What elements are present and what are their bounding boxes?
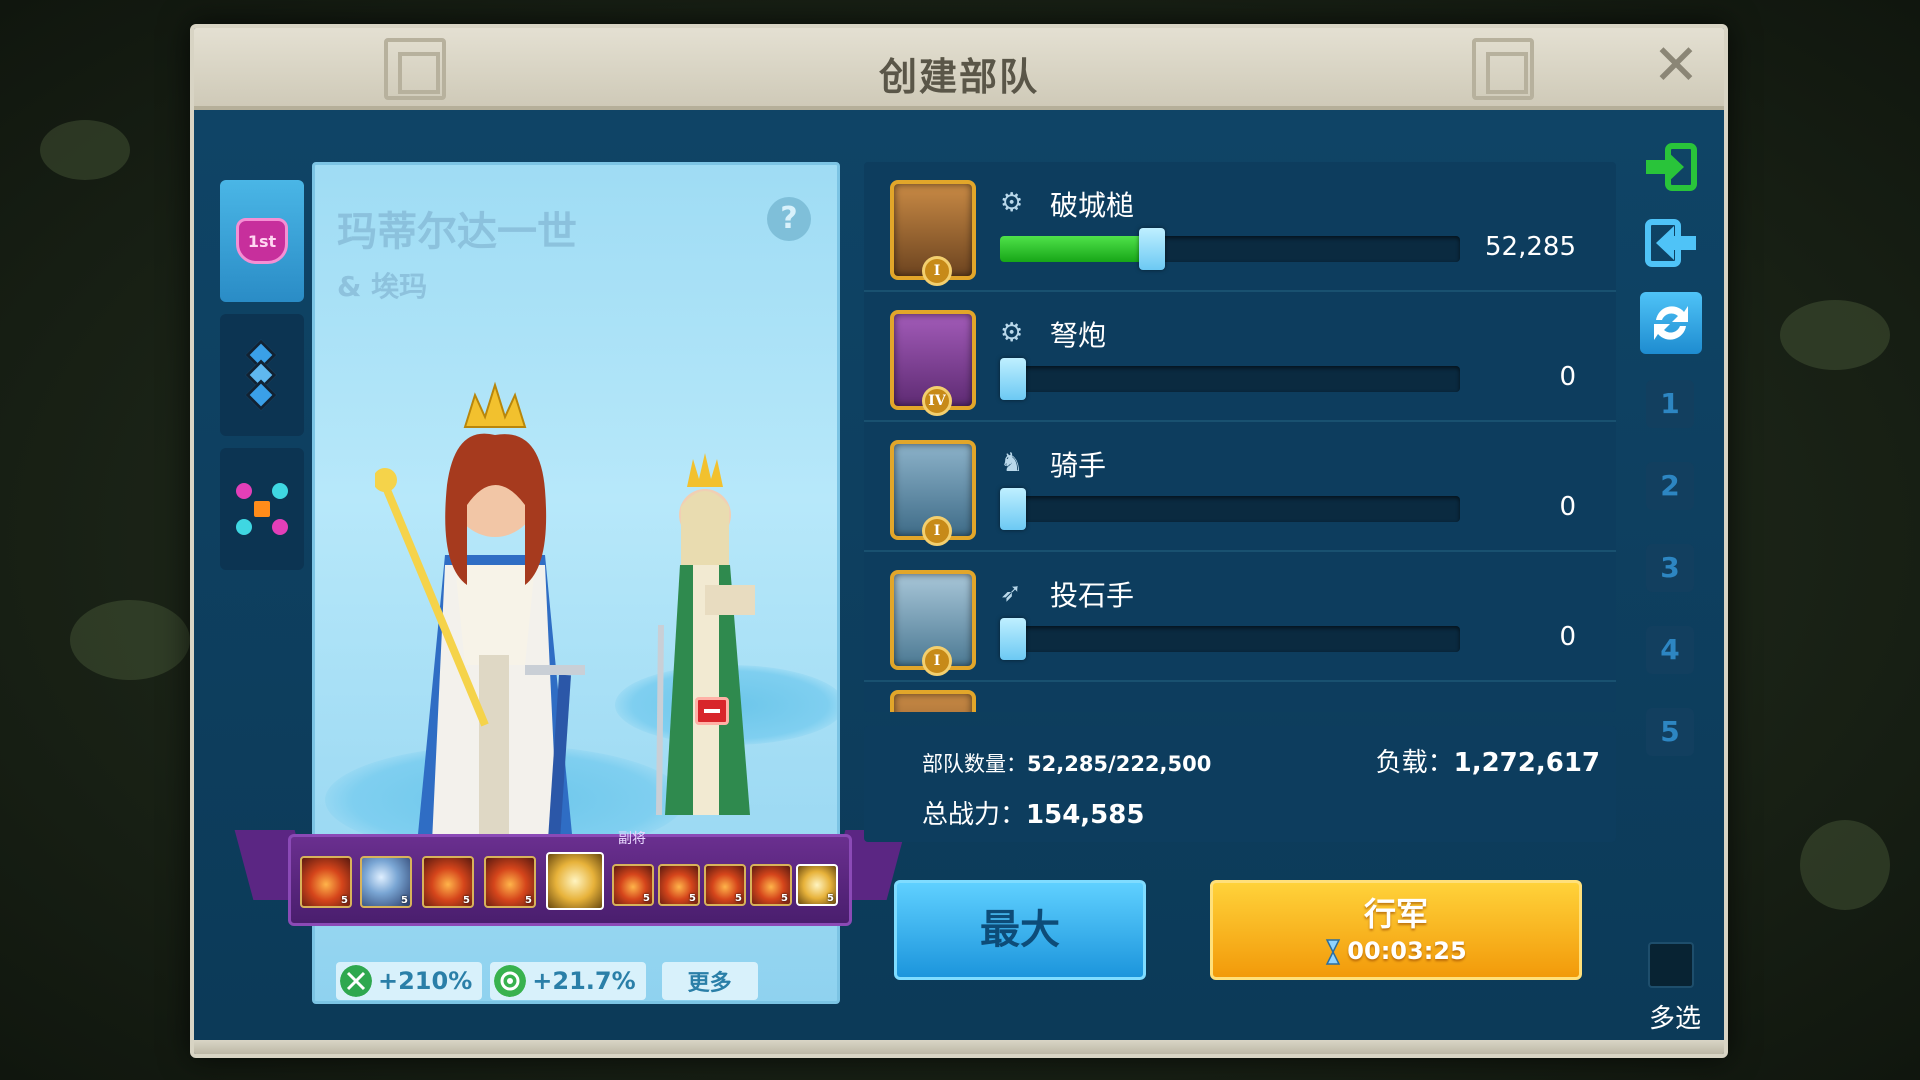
troop-row: I ➶ 投石手 0 — [864, 552, 1616, 682]
troop-name: 骑手 — [1050, 449, 1107, 482]
tab-color-formation[interactable] — [220, 448, 304, 570]
refresh-icon — [1654, 306, 1688, 340]
march-label: 行军 — [1363, 895, 1428, 933]
more-button[interactable]: 更多 — [661, 962, 758, 1000]
troop-count[interactable]: 0 — [1436, 622, 1576, 652]
total-power-stat: 总战力：154,585 — [922, 800, 1145, 830]
troop-slider[interactable] — [1000, 618, 1460, 660]
siege-icon: ⚙ — [1000, 318, 1024, 348]
tier-badge: I — [922, 256, 952, 286]
troop-slider[interactable] — [1000, 488, 1460, 530]
crown-icon: 1st — [236, 218, 288, 264]
preset-4[interactable]: 4 — [1646, 626, 1694, 674]
create-troops-dialog: 创建部队 ✕ 1st 玛蒂尔达一世 & 埃玛 ? 副将 5 5 5 5 5 5 … — [190, 24, 1728, 1058]
next-troop-portrait[interactable] — [890, 690, 976, 712]
slider-thumb[interactable] — [1000, 618, 1026, 660]
secondary-skill-2[interactable]: 5 — [658, 864, 700, 906]
secondary-skill-4[interactable]: 5 — [750, 864, 792, 906]
preset-3[interactable]: 3 — [1646, 544, 1694, 592]
title-bar: 创建部队 ✕ — [194, 28, 1724, 110]
troop-name: 破城槌 — [1050, 189, 1135, 222]
sword-icon — [340, 965, 372, 997]
army-stats: 部队数量：52,285/222,500 负载：1,272,617 总战力：154… — [864, 726, 1616, 842]
slinger-portrait[interactable]: I — [890, 570, 976, 676]
troop-row: I ♞ 骑手 0 — [864, 422, 1616, 552]
skill-4[interactable]: 5 — [484, 856, 536, 908]
tier-badge: I — [922, 646, 952, 676]
rider-portrait[interactable]: I — [890, 440, 976, 546]
max-button[interactable]: 最大 — [894, 880, 1146, 980]
troop-count[interactable]: 52,285 — [1436, 232, 1576, 262]
troop-slider[interactable] — [1000, 228, 1460, 270]
skills-ribbon: 副将 5 5 5 5 5 5 5 5 5 — [234, 826, 906, 930]
sync-button[interactable] — [1640, 292, 1702, 354]
troop-row: IV ⚙ 弩炮 0 — [864, 292, 1616, 422]
commander-secondary-name: & 埃玛 — [337, 270, 428, 303]
remove-secondary-button[interactable] — [695, 697, 729, 725]
close-button[interactable]: ✕ — [1650, 38, 1702, 94]
dialog-title: 创建部队 — [878, 55, 1039, 99]
right-column: 1 2 3 4 5 多选 — [1630, 136, 1720, 1036]
tab-formation[interactable] — [220, 314, 304, 436]
enter-icon[interactable] — [1640, 136, 1702, 198]
secondary-label: 副将 — [618, 831, 646, 847]
siege-icon: ⚙ — [1000, 188, 1024, 218]
secondary-commander-figure — [656, 453, 755, 816]
multi-select-checkbox[interactable] — [1648, 942, 1694, 988]
troop-count[interactable]: 0 — [1436, 362, 1576, 392]
troop-slider[interactable] — [1000, 358, 1460, 400]
grid-formation-icon — [232, 479, 292, 539]
dialog-body: 1st 玛蒂尔达一世 & 埃玛 ? 副将 5 5 5 5 5 5 5 5 5 +… — [194, 110, 1724, 1040]
march-button[interactable]: 行军 00:03:25 — [1210, 880, 1582, 980]
gather-bonus-value: +21.7% — [532, 967, 636, 995]
skill-5[interactable] — [546, 852, 604, 910]
exit-icon[interactable] — [1640, 212, 1702, 274]
cavalry-icon: ♞ — [1000, 448, 1024, 478]
multi-select-label: 多选 — [1648, 1004, 1701, 1034]
preset-5[interactable]: 5 — [1646, 708, 1694, 756]
skill-2[interactable]: 5 — [360, 856, 412, 908]
troop-name: 投石手 — [1050, 579, 1135, 612]
diamond-formation-icon — [234, 330, 290, 420]
skill-3[interactable]: 5 — [422, 856, 474, 908]
march-time: 00:03:25 — [1213, 937, 1579, 965]
troop-count-stat: 部队数量：52,285/222,500 — [922, 752, 1212, 776]
slider-thumb[interactable] — [1000, 488, 1026, 530]
attack-bonus-value: +210% — [378, 967, 473, 995]
battering-ram-portrait[interactable]: I — [890, 180, 976, 286]
troop-row-partial — [864, 682, 1616, 712]
tier-badge: IV — [922, 386, 952, 416]
troop-list: I ⚙ 破城槌 52,285 IV ⚙ 弩炮 0 I ♞ 骑手 0 I ➶ 投石… — [864, 162, 1616, 712]
archer-icon: ➶ — [1000, 578, 1022, 608]
preset-1[interactable]: 1 — [1646, 380, 1694, 428]
troop-count[interactable]: 0 — [1436, 492, 1576, 522]
help-button[interactable]: ? — [767, 197, 811, 241]
tier-badge: I — [922, 516, 952, 546]
slider-thumb[interactable] — [1000, 358, 1026, 400]
load-stat: 负载：1,272,617 — [1375, 748, 1600, 778]
slider-thumb[interactable] — [1138, 228, 1165, 270]
skill-1[interactable]: 5 — [300, 856, 352, 908]
preset-2[interactable]: 2 — [1646, 462, 1694, 510]
hourglass-icon — [1326, 939, 1341, 965]
commander-primary-name: 玛蒂尔达一世 — [337, 209, 577, 255]
secondary-skill-5[interactable]: 5 — [796, 864, 838, 906]
secondary-skill-3[interactable]: 5 — [704, 864, 746, 906]
gear-icon — [494, 965, 527, 997]
attack-bonus: +210% — [336, 962, 483, 1000]
bonus-row: +210% +21.7% 更多 — [312, 958, 840, 1004]
ballista-portrait[interactable]: IV — [890, 310, 976, 416]
left-tab-bar: 1st — [220, 180, 304, 582]
secondary-skill-1[interactable]: 5 — [612, 864, 654, 906]
troop-name: 弩炮 — [1050, 319, 1107, 352]
slider-fill — [1000, 236, 1152, 262]
gather-bonus: +21.7% — [490, 962, 646, 1000]
tab-commander[interactable]: 1st — [220, 180, 304, 302]
troop-row: I ⚙ 破城槌 52,285 — [864, 162, 1616, 292]
